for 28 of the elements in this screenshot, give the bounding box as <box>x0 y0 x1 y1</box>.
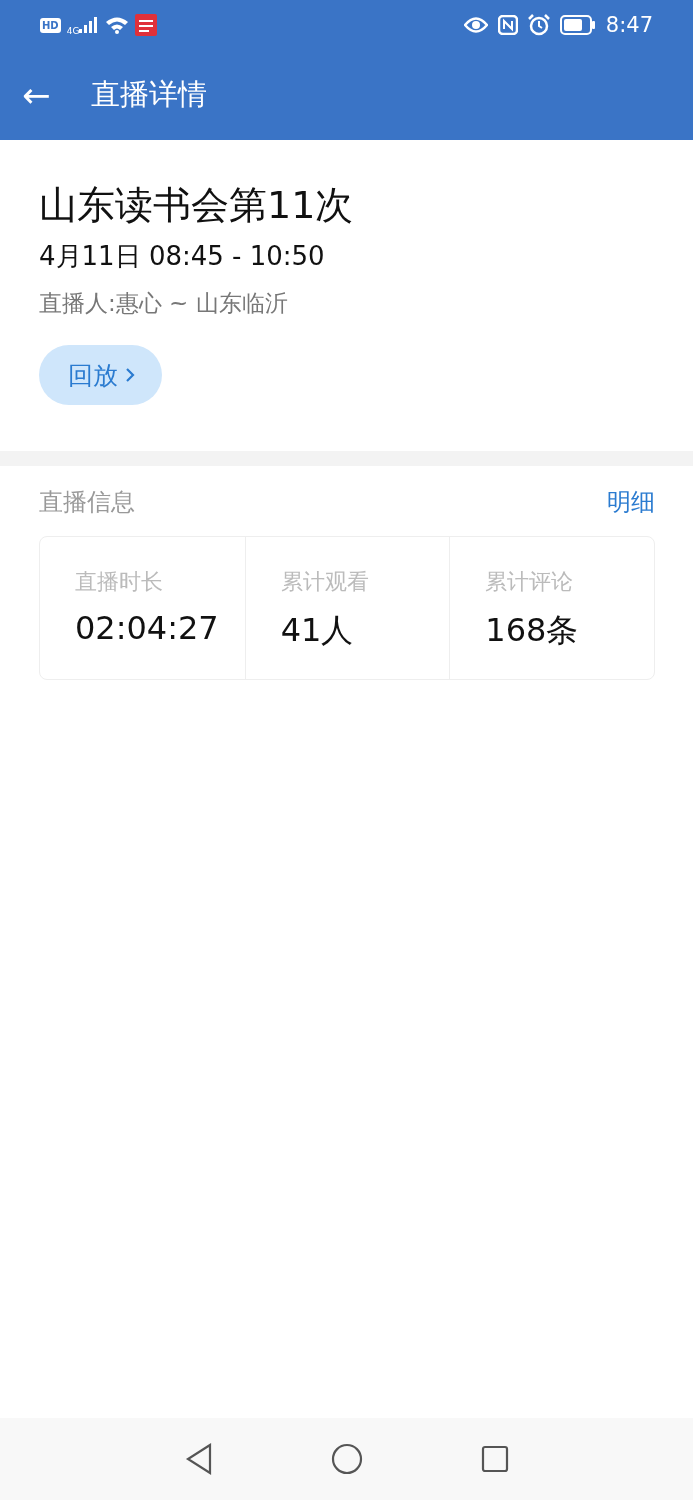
stat-label: 直播时长 <box>75 568 164 596</box>
page-title: 直播详情 <box>90 76 207 113</box>
stat-label: 累计观看 <box>280 568 370 596</box>
stat-value: 168条 <box>485 610 580 651</box>
hd-badge: HD <box>40 17 61 33</box>
chevron-right-icon <box>124 366 136 384</box>
live-time: 4月11日 08:45 - 10:50 <box>39 240 325 273</box>
stat-value: 41人 <box>280 610 355 651</box>
home-icon[interactable] <box>330 1443 363 1475</box>
battery-icon <box>559 15 596 35</box>
eye-icon <box>463 17 488 33</box>
network-type: 4G <box>66 26 80 36</box>
back-button[interactable]: ← <box>22 78 51 112</box>
live-host: 直播人:惠心 ~ 山东临沂 <box>39 289 288 318</box>
signal-icon <box>79 17 100 33</box>
nfc-icon <box>497 15 518 35</box>
live-title: 山东读书会第11次 <box>39 182 354 229</box>
wifi-icon <box>105 16 130 34</box>
clock-time: 8:47 <box>605 13 653 37</box>
stat-label: 累计评论 <box>485 568 575 596</box>
stat-value: 02:04:27 <box>75 609 220 647</box>
alarm-icon <box>527 14 550 36</box>
replay-button[interactable]: 回放 <box>39 345 162 405</box>
section-title: 直播信息 <box>39 487 135 518</box>
recents-icon[interactable] <box>480 1445 509 1473</box>
detail-link[interactable]: 明细 <box>607 486 655 518</box>
app-icon <box>135 14 158 36</box>
back-icon[interactable] <box>184 1443 213 1475</box>
